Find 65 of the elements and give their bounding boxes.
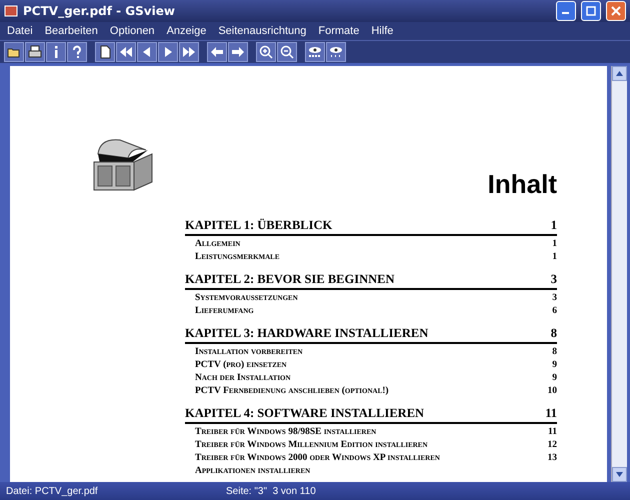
- page-number: 1: [552, 239, 557, 249]
- section-title: Treiber für Windows 98/98SE installieren: [195, 427, 376, 437]
- section-title: PCTV Fernbedienung anschlieben (optional!): [195, 386, 389, 396]
- page-number: 8: [552, 347, 557, 357]
- maximize-button[interactable]: [581, 1, 601, 21]
- section-title: Applikationen installieren: [195, 466, 310, 476]
- section-title: Lieferumfang: [195, 306, 254, 316]
- last-page-icon: [182, 45, 196, 59]
- toolbar-button[interactable]: [95, 42, 115, 62]
- section-title: Allgemein: [195, 239, 240, 249]
- eye-icon: [308, 45, 322, 59]
- page-number: 11: [545, 406, 557, 421]
- toolbar-button[interactable]: [25, 42, 45, 62]
- page-number: 1: [550, 218, 557, 233]
- menu-item[interactable]: Bearbeiten: [40, 24, 103, 38]
- help-icon: [70, 45, 84, 59]
- page-number: 10: [548, 386, 557, 396]
- page-number: 3: [550, 272, 557, 287]
- print-icon: [28, 45, 42, 59]
- arrow-left-icon: [210, 45, 224, 59]
- chapter-title: KAPITEL 2: BEVOR SIE BEGINNEN: [185, 272, 395, 287]
- page-number: 11: [548, 427, 557, 437]
- window-title: PCTV_ger.pdf - GSview: [23, 4, 176, 18]
- section-title: PCTV (pro) einsetzen: [195, 360, 287, 370]
- section-title: Treiber für Windows Millennium Edition installieren: [195, 440, 428, 450]
- page-number: 1: [552, 252, 557, 262]
- page-icon: [98, 45, 112, 59]
- chapter-title: KAPITEL 3: HARDWARE INSTALLIEREN: [185, 326, 428, 341]
- scroll-up-icon[interactable]: [612, 66, 627, 81]
- section-title: Systemvoraussetzungen: [195, 293, 298, 303]
- close-button[interactable]: [606, 1, 626, 21]
- section-title: Leistungsmerkmale: [195, 252, 280, 262]
- page-number: 9: [552, 360, 557, 370]
- maximize-icon: [586, 6, 596, 16]
- menu-item[interactable]: Seitenausrichtung: [213, 24, 312, 38]
- first-page-icon: [119, 45, 133, 59]
- toolbar-button[interactable]: [4, 42, 24, 62]
- scroll-down-icon[interactable]: [612, 467, 627, 482]
- chapter-title: KAPITEL 1: ÜBERBLICK: [185, 218, 332, 233]
- status-file: Datei: PCTV_ger.pdf: [5, 486, 99, 496]
- page-number: 8: [550, 326, 557, 341]
- page-number: 6: [552, 306, 557, 316]
- status-page: Seite: "3" 3 von 110: [226, 486, 316, 496]
- section-title: Treiber für Windows 2000 oder Windows XP installieren: [195, 453, 440, 463]
- page-number: 3: [552, 293, 557, 303]
- page-heading: Inhalt: [488, 169, 557, 200]
- page-number: 12: [548, 440, 557, 450]
- zoom-in-icon: [259, 45, 273, 59]
- page-number: 9: [552, 373, 557, 383]
- page-number: 13: [548, 453, 557, 463]
- zoom-out-icon: [280, 45, 294, 59]
- chapter-title: KAPITEL 4: SOFTWARE INSTALLIEREN: [185, 406, 424, 421]
- vertical-scrollbar[interactable]: [611, 66, 627, 482]
- menu-item[interactable]: Anzeige: [162, 24, 212, 38]
- eye-icon: [329, 45, 343, 59]
- section-title: Installation vorbereiten: [195, 347, 303, 357]
- close-icon: [611, 6, 621, 16]
- menu-item[interactable]: Datei: [2, 24, 38, 38]
- menu-item[interactable]: Optionen: [104, 24, 160, 38]
- menu-item[interactable]: Formate: [313, 24, 364, 38]
- section-title: Nach der Installation: [195, 373, 291, 383]
- menu-item[interactable]: Hilfe: [366, 24, 398, 38]
- arrow-right-icon: [231, 45, 245, 59]
- minimize-button[interactable]: [556, 1, 576, 21]
- app-icon: [4, 4, 18, 18]
